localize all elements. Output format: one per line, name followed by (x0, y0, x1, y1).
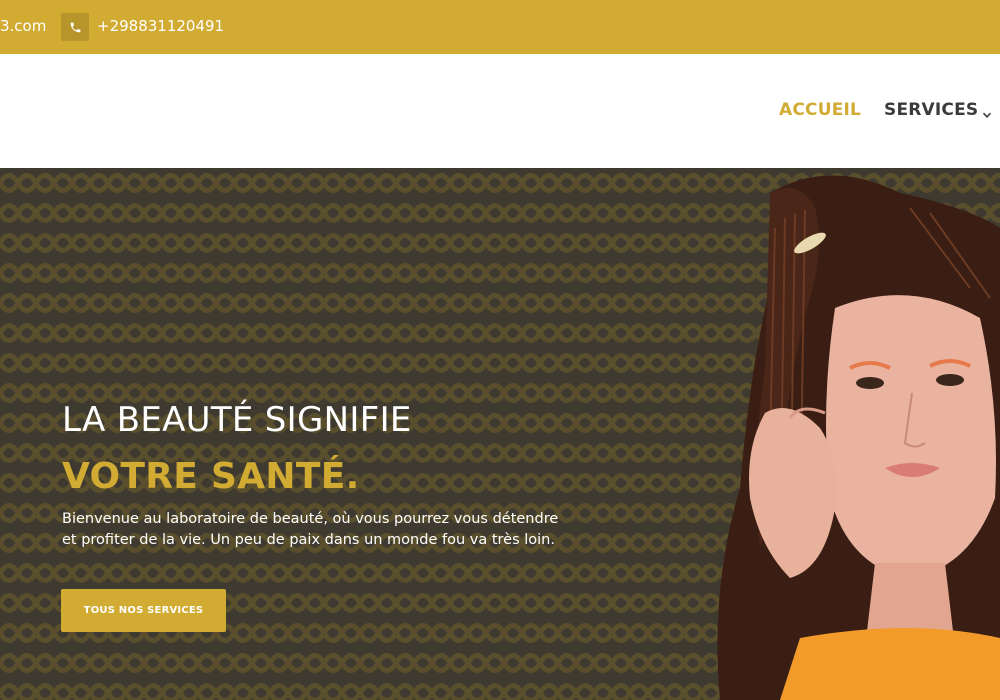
nav-item-accueil[interactable]: ACCUEIL (779, 100, 861, 120)
nav-item-services-label: SERVICES (884, 100, 979, 120)
email-link[interactable]: 3.com (0, 0, 46, 54)
phone-icon (61, 13, 89, 41)
chevron-down-icon (982, 105, 992, 118)
hero-headline-line-2: VOTRE SANTÉ. (62, 456, 360, 497)
main-navigation: ACCUEIL SERVICES (0, 54, 1000, 168)
hero-section: LA BEAUTÉ SIGNIFIE VOTRE SANTÉ. Bienvenu… (0, 168, 1000, 700)
all-services-button[interactable]: TOUS NOS SERVICES (61, 589, 226, 632)
hero-intro-text: Bienvenue au laboratoire de beauté, où v… (62, 511, 559, 548)
phone-number-link[interactable]: +298831120491 (97, 0, 224, 54)
nav-item-services[interactable]: SERVICES (884, 100, 992, 120)
top-contact-bar: 3.com +298831120491 (0, 0, 1000, 54)
model-portrait-image (717, 175, 1000, 700)
hero-headline-line-1: LA BEAUTÉ SIGNIFIE (62, 400, 412, 440)
